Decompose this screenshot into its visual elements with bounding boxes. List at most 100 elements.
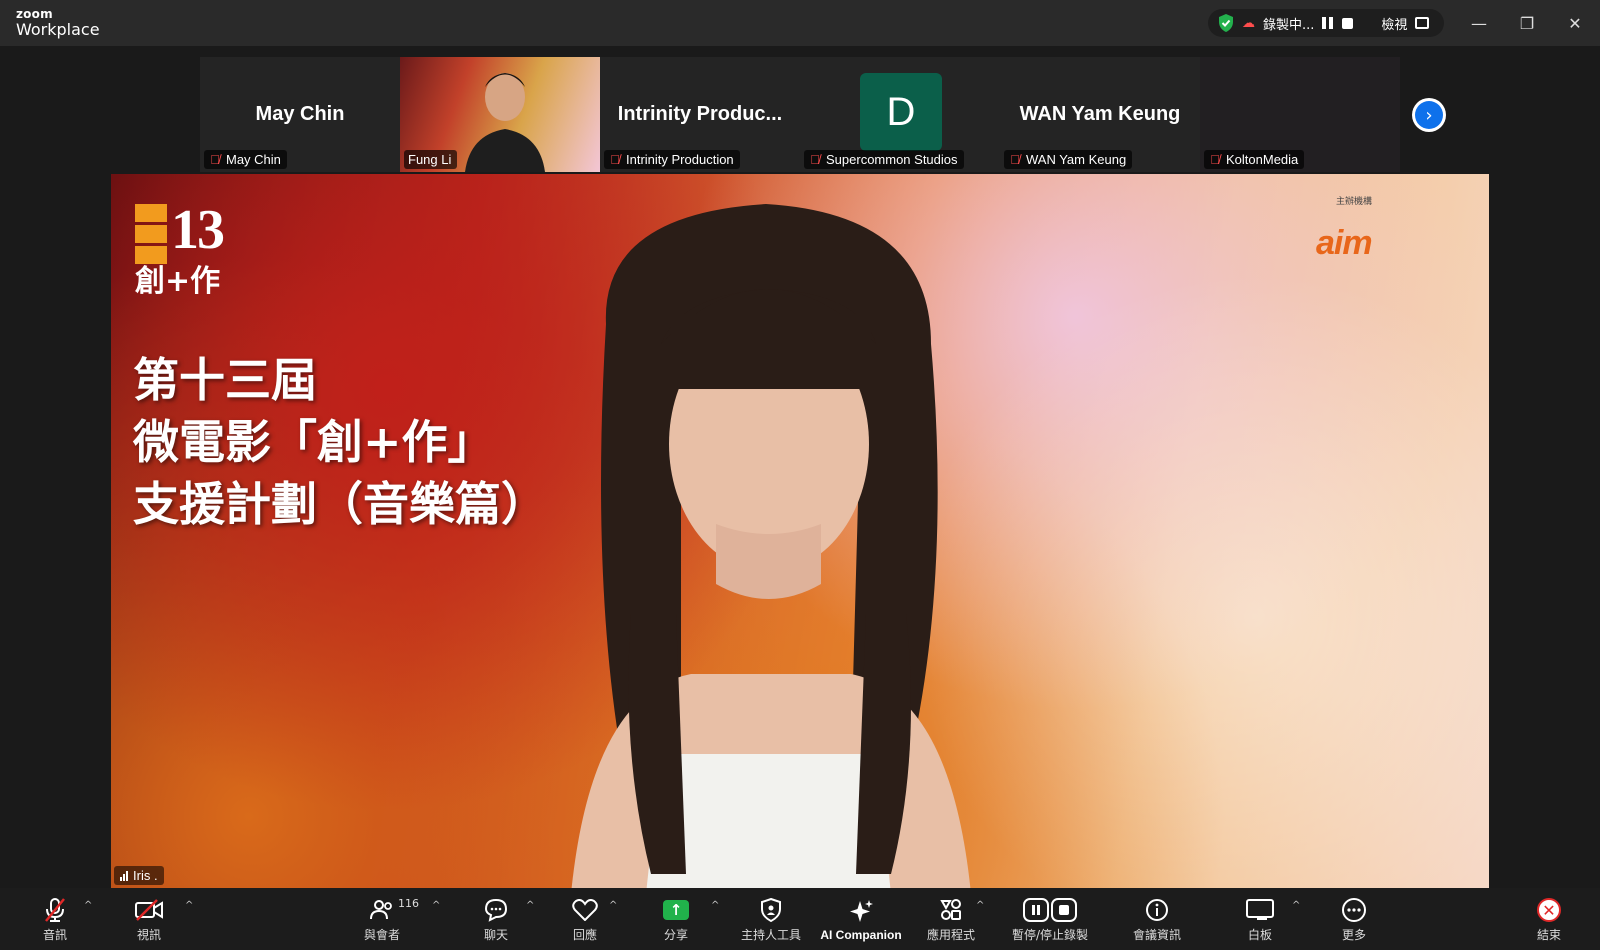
stop-recording-icon[interactable] bbox=[1342, 17, 1354, 29]
app-logo: zoom Workplace bbox=[16, 8, 100, 38]
mic-muted-icon bbox=[43, 895, 67, 925]
participant-display-name: WAN Yam Keung bbox=[1019, 103, 1181, 125]
aim-logo: aim bbox=[1316, 224, 1373, 262]
end-label: 結束 bbox=[1536, 928, 1561, 942]
whiteboard-icon bbox=[1246, 895, 1274, 925]
whiteboard-label: 白板 bbox=[1247, 928, 1272, 942]
mic-muted-icon: 🎙̸ bbox=[1010, 152, 1020, 167]
avatar: D bbox=[860, 73, 942, 151]
next-page-button[interactable]: › bbox=[1412, 98, 1446, 132]
participant-display-name: Intrinity Produc... bbox=[617, 103, 783, 125]
mic-muted-icon: 🎙̸ bbox=[610, 152, 620, 167]
slide-title: 第十三屆 微電影「創+作」 支援計劃（音樂篇） bbox=[133, 349, 547, 535]
logo-bars bbox=[135, 204, 167, 264]
brand-zoom: zoom bbox=[16, 7, 53, 21]
host-tools-button[interactable]: 主持人工具 bbox=[734, 888, 808, 950]
participant-name: May Chin bbox=[226, 152, 281, 167]
share-options-caret[interactable]: ^ bbox=[711, 900, 719, 911]
meeting-info-button[interactable]: 會議資訊 bbox=[1128, 888, 1186, 950]
grid-view-icon[interactable] bbox=[1415, 17, 1430, 29]
video-off-icon bbox=[135, 895, 163, 925]
recording-indicator[interactable]: ☁ 錄製中... 檢視 bbox=[1208, 9, 1444, 37]
organizer-caption: 主辦機構 bbox=[1336, 197, 1373, 207]
signal-strength-icon bbox=[120, 870, 128, 881]
share-screen-icon: ↑ bbox=[663, 895, 689, 925]
participant-tile[interactable]: D 🎙̸ Supercommon Studios bbox=[800, 57, 1000, 172]
participants-icon: 116 bbox=[370, 895, 419, 925]
slide-logo: 13 創+作 bbox=[135, 198, 225, 300]
minimize-icon[interactable]: — bbox=[1466, 10, 1492, 36]
ai-companion-label: AI Companion bbox=[820, 927, 902, 942]
whiteboard-options-caret[interactable]: ^ bbox=[1292, 900, 1300, 911]
brand-workplace: Workplace bbox=[16, 20, 100, 39]
participant-tile[interactable]: WAN Yam Keung 🎙̸ WAN Yam Keung bbox=[1000, 57, 1200, 172]
more-button[interactable]: 更多 bbox=[1338, 888, 1370, 950]
ai-companion-button[interactable]: AI Companion bbox=[818, 888, 904, 950]
audio-label: 音訊 bbox=[42, 928, 67, 942]
more-icon bbox=[1341, 895, 1367, 925]
chevron-right-icon: › bbox=[1415, 101, 1443, 129]
record-button[interactable]: 暫停/停止錄製 bbox=[1004, 888, 1096, 950]
restore-icon[interactable]: ❐ bbox=[1514, 10, 1540, 36]
apps-options-caret[interactable]: ^ bbox=[976, 900, 984, 911]
host-shield-icon bbox=[760, 895, 782, 925]
meeting-info-label: 會議資訊 bbox=[1132, 928, 1181, 942]
chat-options-caret[interactable]: ^ bbox=[526, 900, 534, 911]
mic-muted-icon: 🎙̸ bbox=[810, 152, 820, 167]
end-icon: ✕ bbox=[1537, 895, 1561, 925]
react-options-caret[interactable]: ^ bbox=[609, 900, 617, 911]
audio-button[interactable]: 音訊 bbox=[38, 888, 72, 950]
chat-button[interactable]: 聊天 bbox=[480, 888, 512, 950]
participant-tile[interactable]: Intrinity Produc... 🎙̸ Intrinity Product… bbox=[600, 57, 800, 172]
chat-label: 聊天 bbox=[483, 928, 508, 942]
mic-muted-icon: 🎙̸ bbox=[1210, 152, 1220, 167]
participant-name-chip: 🎙̸ WAN Yam Keung bbox=[1004, 150, 1133, 169]
meeting-toolbar: 音訊 ^ 視訊 ^ 116 與會者 ^ 聊天 ^ 回應 ^ ↑ 分享 ^ 主持人… bbox=[0, 888, 1600, 950]
participant-tile[interactable]: Fung Li bbox=[400, 57, 600, 172]
participant-name: Fung Li bbox=[408, 152, 452, 167]
participant-name-chip: Fung Li bbox=[404, 150, 458, 169]
view-button[interactable]: 檢視 bbox=[1381, 14, 1407, 33]
participant-name-chip: 🎙̸ Supercommon Studios bbox=[804, 150, 964, 169]
share-label: 分享 bbox=[663, 928, 688, 942]
share-button[interactable]: ↑ 分享 bbox=[660, 888, 692, 950]
slide-title-line: 支援計劃（音樂篇） bbox=[133, 477, 547, 531]
participant-name-chip: 🎙̸ KoltonMedia bbox=[1204, 150, 1305, 169]
participant-display-name: May Chin bbox=[255, 103, 345, 125]
speaker-video bbox=[571, 204, 971, 888]
participant-strip: May Chin 🎙̸ May Chin Fung Li Intrinity P… bbox=[200, 57, 1400, 172]
chat-icon bbox=[484, 895, 508, 925]
host-tools-label: 主持人工具 bbox=[740, 928, 801, 942]
info-icon bbox=[1145, 895, 1169, 925]
recording-status: 錄製中... bbox=[1263, 17, 1315, 33]
close-icon[interactable]: ✕ bbox=[1562, 10, 1588, 36]
whiteboard-button[interactable]: 白板 bbox=[1244, 888, 1276, 950]
participants-options-caret[interactable]: ^ bbox=[432, 900, 440, 911]
participant-name: KoltonMedia bbox=[1226, 152, 1299, 167]
sparkle-icon bbox=[848, 897, 874, 927]
audio-options-caret[interactable]: ^ bbox=[84, 900, 92, 911]
slide-title-line: 微電影「創+作」 bbox=[133, 415, 494, 469]
more-label: 更多 bbox=[1341, 928, 1366, 942]
record-label: 暫停/停止錄製 bbox=[1011, 928, 1089, 942]
shield-icon bbox=[1219, 14, 1233, 32]
video-options-caret[interactable]: ^ bbox=[185, 900, 193, 911]
participants-count: 116 bbox=[398, 897, 419, 910]
participant-tile[interactable]: 🎙̸ KoltonMedia bbox=[1200, 57, 1400, 172]
participant-video bbox=[465, 73, 545, 172]
speaker-name-chip: Iris . bbox=[114, 866, 164, 885]
participant-tile[interactable]: May Chin 🎙̸ May Chin bbox=[200, 57, 400, 172]
video-label: 視訊 bbox=[136, 928, 161, 942]
react-button[interactable]: 回應 bbox=[569, 888, 601, 950]
pause-recording-icon[interactable] bbox=[1322, 17, 1334, 29]
participants-label: 與會者 bbox=[363, 928, 400, 942]
video-button[interactable]: 視訊 bbox=[132, 888, 166, 950]
participant-name: Intrinity Production bbox=[626, 152, 734, 167]
cloud-record-icon: ☁ bbox=[1242, 15, 1255, 31]
participants-button[interactable]: 116 與會者 bbox=[358, 888, 419, 950]
pause-stop-recording-icon bbox=[1023, 895, 1077, 925]
apps-button[interactable]: 應用程式 bbox=[922, 888, 980, 950]
heart-icon bbox=[572, 895, 598, 925]
end-meeting-button[interactable]: ✕ 結束 bbox=[1533, 888, 1565, 950]
main-video[interactable]: 13 創+作 第十三屆 微電影「創+作」 支援計劃（音樂篇） 主辦機構 aim … bbox=[111, 174, 1489, 888]
